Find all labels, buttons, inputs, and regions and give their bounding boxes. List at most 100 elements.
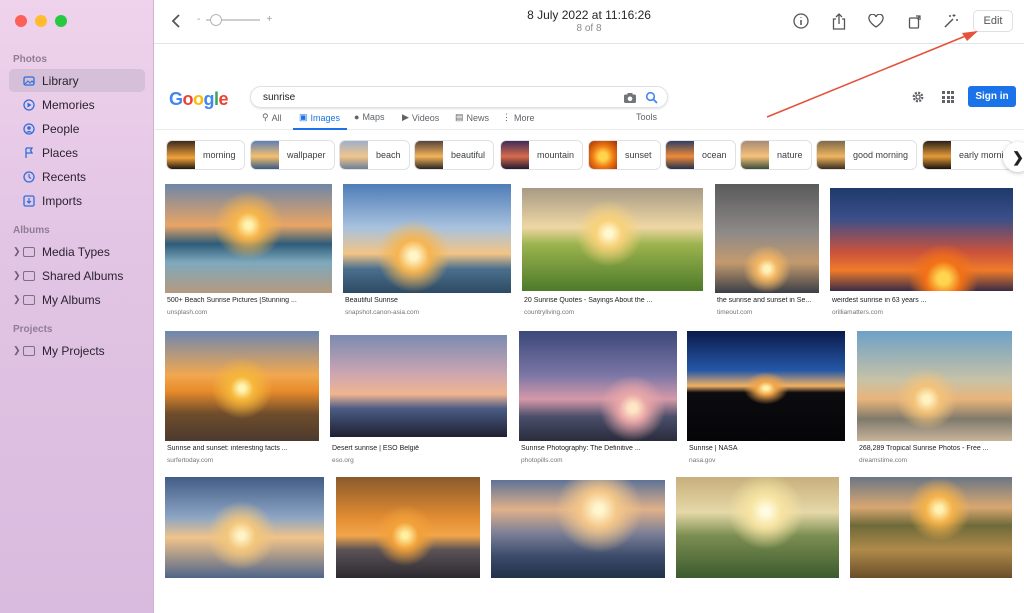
- result-thumbnail[interactable]: [165, 477, 324, 578]
- search-icon[interactable]: [645, 91, 659, 105]
- result-domain: unsplash.com: [167, 309, 208, 316]
- chip-sunset[interactable]: sunset: [588, 140, 661, 170]
- result-thumbnail[interactable]: [330, 335, 507, 437]
- result-title[interactable]: Sunrise Photography: The Definitive ...: [521, 445, 677, 452]
- favorite-button[interactable]: [866, 11, 886, 31]
- news-icon: ▤: [455, 112, 464, 122]
- chip-thumbnail: [340, 141, 368, 169]
- chip-nature[interactable]: nature: [740, 140, 812, 170]
- edit-button[interactable]: Edit: [973, 10, 1013, 32]
- chip-label: beautiful: [451, 150, 486, 160]
- tab-all[interactable]: ⚲ All: [262, 112, 282, 123]
- chip-thumbnail: [167, 141, 195, 169]
- sidebar-item-people[interactable]: People: [9, 117, 145, 140]
- sidebar-item-imports[interactable]: Imports: [9, 189, 145, 212]
- chip-mountain[interactable]: mountain: [500, 140, 584, 170]
- result-thumbnail[interactable]: [850, 477, 1012, 578]
- result-title[interactable]: Sunrise | NASA: [689, 445, 845, 452]
- chip-beautiful[interactable]: beautiful: [414, 140, 495, 170]
- tab-images[interactable]: ▣ Images: [299, 112, 340, 123]
- image-result[interactable]: 500+ Beach Sunrise Pictures [Stunning ..…: [165, 184, 332, 320]
- sidebar-item-my-albums[interactable]: ❯ My Albums: [9, 288, 145, 311]
- image-result[interactable]: [676, 477, 839, 578]
- zoom-window-button[interactable]: [55, 15, 67, 27]
- image-result[interactable]: 20 Sunrise Quotes - Sayings About the ..…: [522, 188, 703, 320]
- result-title[interactable]: Beautiful Sunrise: [345, 297, 511, 304]
- tab-more[interactable]: ⋮ More: [502, 112, 535, 123]
- result-thumbnail[interactable]: [491, 480, 665, 578]
- image-result[interactable]: Sunrise Photography: The Definitive ... …: [519, 331, 677, 467]
- tab-maps[interactable]: ● Maps: [354, 112, 384, 122]
- result-title[interactable]: Desert sunrise | ESO België: [332, 445, 506, 452]
- chip-ocean[interactable]: ocean: [665, 140, 736, 170]
- tab-label: More: [514, 112, 535, 123]
- chip-early-morning[interactable]: early morni: [922, 140, 1013, 170]
- result-thumbnail[interactable]: [522, 188, 703, 291]
- result-thumbnail[interactable]: [336, 477, 480, 578]
- image-result[interactable]: the sunrise and sunset in Se... timeout.…: [715, 184, 819, 320]
- image-result[interactable]: Beautiful Sunrise snapshot.canon-asia.co…: [343, 184, 511, 320]
- memories-icon: [23, 98, 35, 111]
- image-result[interactable]: Sunrise | NASA nasa.gov: [687, 331, 845, 467]
- photo-margin: [154, 44, 1024, 84]
- apps-grid-icon[interactable]: [942, 91, 954, 103]
- gear-icon[interactable]: [911, 90, 925, 104]
- tools-button[interactable]: Tools: [636, 112, 657, 122]
- sidebar-item-media-types[interactable]: ❯ Media Types: [9, 240, 145, 263]
- sidebar-item-recents[interactable]: Recents: [9, 165, 145, 188]
- sidebar-item-places[interactable]: Places: [9, 141, 145, 164]
- result-domain: timeout.com: [717, 309, 753, 316]
- result-thumbnail[interactable]: [857, 331, 1012, 441]
- chevron-right-icon[interactable]: ❯: [13, 270, 21, 281]
- share-button[interactable]: [829, 11, 849, 31]
- result-domain: eso.org: [332, 457, 354, 464]
- sidebar-item-library[interactable]: Library: [9, 69, 145, 92]
- image-result[interactable]: [491, 480, 665, 578]
- info-button[interactable]: [791, 11, 811, 31]
- chip-morning[interactable]: morning: [166, 140, 245, 170]
- result-thumbnail[interactable]: [165, 331, 319, 441]
- close-window-button[interactable]: [15, 15, 27, 27]
- rotate-button[interactable]: [905, 11, 925, 31]
- image-result[interactable]: Desert sunrise | ESO België eso.org: [330, 335, 507, 467]
- image-result[interactable]: [165, 477, 324, 578]
- image-result[interactable]: [850, 477, 1012, 578]
- result-title[interactable]: 20 Sunrise Quotes - Sayings About the ..…: [524, 297, 702, 304]
- tab-videos[interactable]: ▶ Videos: [402, 112, 439, 123]
- chevron-right-icon[interactable]: ❯: [13, 345, 21, 356]
- image-result[interactable]: Sunrise and sunset: interesting facts ..…: [165, 331, 319, 467]
- result-thumbnail[interactable]: [830, 188, 1013, 291]
- sidebar-item-shared-albums[interactable]: ❯ Shared Albums: [9, 264, 145, 287]
- chevron-right-icon[interactable]: ❯: [13, 294, 21, 305]
- result-thumbnail[interactable]: [687, 331, 845, 441]
- google-search-box[interactable]: sunrise: [250, 86, 668, 108]
- result-thumbnail[interactable]: [715, 184, 819, 293]
- tab-news[interactable]: ▤ News: [455, 112, 489, 123]
- result-thumbnail[interactable]: [343, 184, 511, 293]
- sidebar-item-memories[interactable]: Memories: [9, 93, 145, 116]
- people-icon: [23, 122, 35, 135]
- sidebar-item-my-projects[interactable]: ❯ My Projects: [9, 339, 145, 362]
- chip-wallpaper[interactable]: wallpaper: [250, 140, 335, 170]
- result-thumbnail[interactable]: [519, 331, 677, 441]
- chip-beach[interactable]: beach: [339, 140, 410, 170]
- result-title[interactable]: weirdest sunrise in 63 years ...: [832, 297, 1012, 304]
- chevron-right-icon[interactable]: ❯: [13, 246, 21, 257]
- result-title[interactable]: Sunrise and sunset: interesting facts ..…: [167, 445, 319, 452]
- info-icon: [793, 13, 809, 29]
- result-thumbnail[interactable]: [165, 184, 332, 293]
- result-thumbnail[interactable]: [676, 477, 839, 578]
- image-result[interactable]: weirdest sunrise in 63 years ... orillia…: [830, 188, 1013, 320]
- enhance-button[interactable]: [941, 11, 961, 31]
- tab-label: Maps: [362, 112, 385, 122]
- minimize-window-button[interactable]: [35, 15, 47, 27]
- sign-in-button[interactable]: Sign in: [968, 86, 1016, 107]
- image-result[interactable]: [336, 477, 480, 578]
- result-title[interactable]: 268,289 Tropical Sunrise Photos - Free .…: [859, 445, 1012, 452]
- camera-icon[interactable]: [623, 91, 637, 105]
- photo-date-title: 8 July 2022 at 11:16:26: [527, 8, 651, 22]
- image-result[interactable]: 268,289 Tropical Sunrise Photos - Free .…: [857, 331, 1012, 467]
- result-title[interactable]: the sunrise and sunset in Se...: [717, 297, 819, 304]
- chip-good-morning[interactable]: good morning: [816, 140, 918, 170]
- result-title[interactable]: 500+ Beach Sunrise Pictures [Stunning ..…: [167, 297, 332, 304]
